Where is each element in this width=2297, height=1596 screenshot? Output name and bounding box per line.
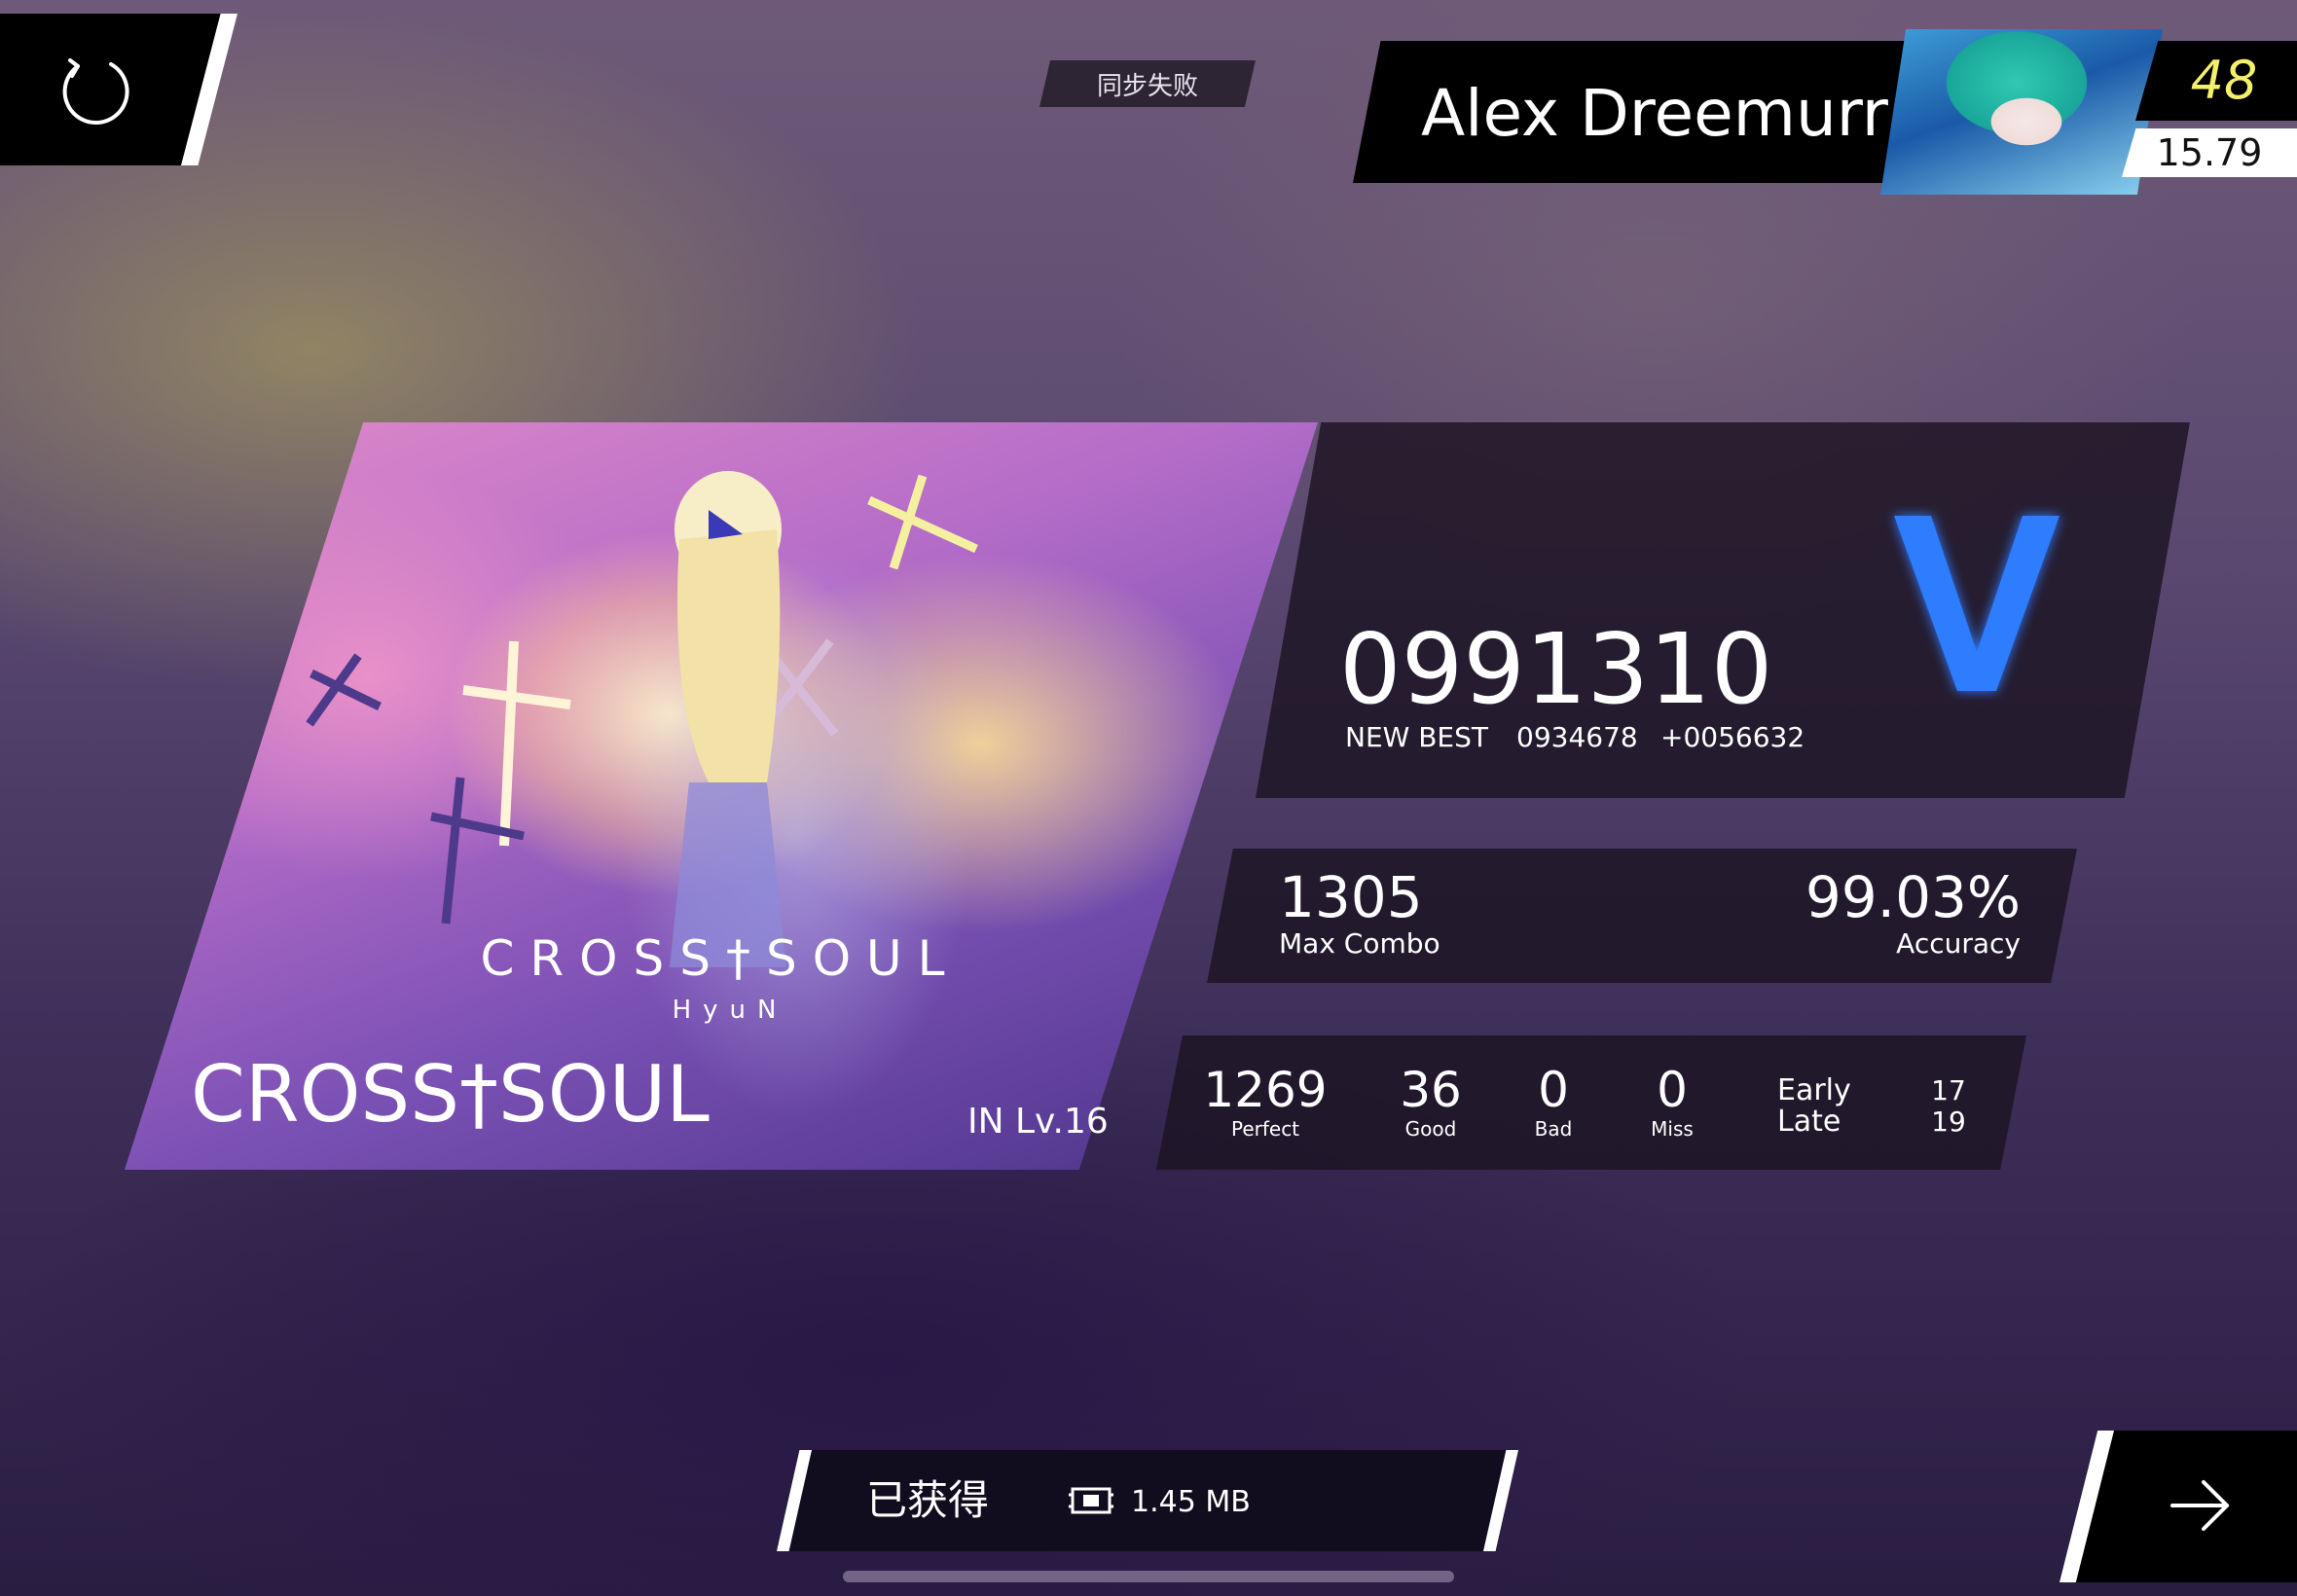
player-rks: 15.79 xyxy=(2156,131,2263,174)
cross-decoration xyxy=(430,777,525,925)
accuracy-value: 99.03% xyxy=(1805,864,2021,930)
cross-decoration xyxy=(867,474,978,570)
sync-status-text: 同步失败 xyxy=(1096,71,1198,101)
good-label: Good xyxy=(1404,1117,1457,1141)
late-count: 19 xyxy=(1931,1106,1966,1138)
player-avatar[interactable] xyxy=(1880,29,2163,195)
arrow-right-icon[interactable] xyxy=(2169,1473,2233,1538)
miss-count: 0 xyxy=(1657,1062,1688,1118)
perfect-count: 1269 xyxy=(1203,1062,1328,1118)
score-value: 0991310 xyxy=(1339,612,1773,726)
data-chip-icon xyxy=(1069,1487,1113,1514)
new-best-label: NEW BEST xyxy=(1345,721,1488,753)
retry-icon[interactable] xyxy=(56,53,132,128)
score-difference: +0056632 xyxy=(1660,721,1805,753)
song-logo-text: CROSS†SOUL xyxy=(480,930,961,987)
difficulty-level: IN Lv.16 xyxy=(967,1102,1109,1142)
home-indicator[interactable] xyxy=(843,1571,1454,1582)
early-count: 17 xyxy=(1931,1074,1966,1106)
sync-status-badge: 同步失败 xyxy=(1039,60,1256,107)
max-combo-value: 1305 xyxy=(1279,864,1423,930)
song-logo-artist: HyuN xyxy=(672,996,788,1025)
cross-decoration xyxy=(306,653,382,727)
bad-count: 0 xyxy=(1538,1062,1569,1118)
song-title: CROSS†SOUL xyxy=(191,1049,710,1140)
perfect-label: Perfect xyxy=(1230,1117,1300,1141)
reward-file-size: 1.45 MB xyxy=(1131,1485,1251,1519)
early-label: Early xyxy=(1777,1073,1851,1107)
character-figure xyxy=(670,471,786,967)
max-combo-label: Max Combo xyxy=(1279,927,1440,960)
grade-v-icon xyxy=(1894,516,2060,691)
good-count: 36 xyxy=(1400,1062,1462,1118)
player-name: Alex Dreemurr xyxy=(1421,76,1888,151)
previous-best-score: 0934678 xyxy=(1516,721,1638,753)
miss-label: Miss xyxy=(1651,1117,1694,1141)
bad-label: Bad xyxy=(1534,1117,1573,1141)
accuracy-label: Accuracy xyxy=(1896,927,2021,960)
player-level: 48 xyxy=(2190,50,2258,111)
obtained-label: 已获得 xyxy=(866,1476,990,1524)
late-label: Late xyxy=(1777,1105,1841,1139)
